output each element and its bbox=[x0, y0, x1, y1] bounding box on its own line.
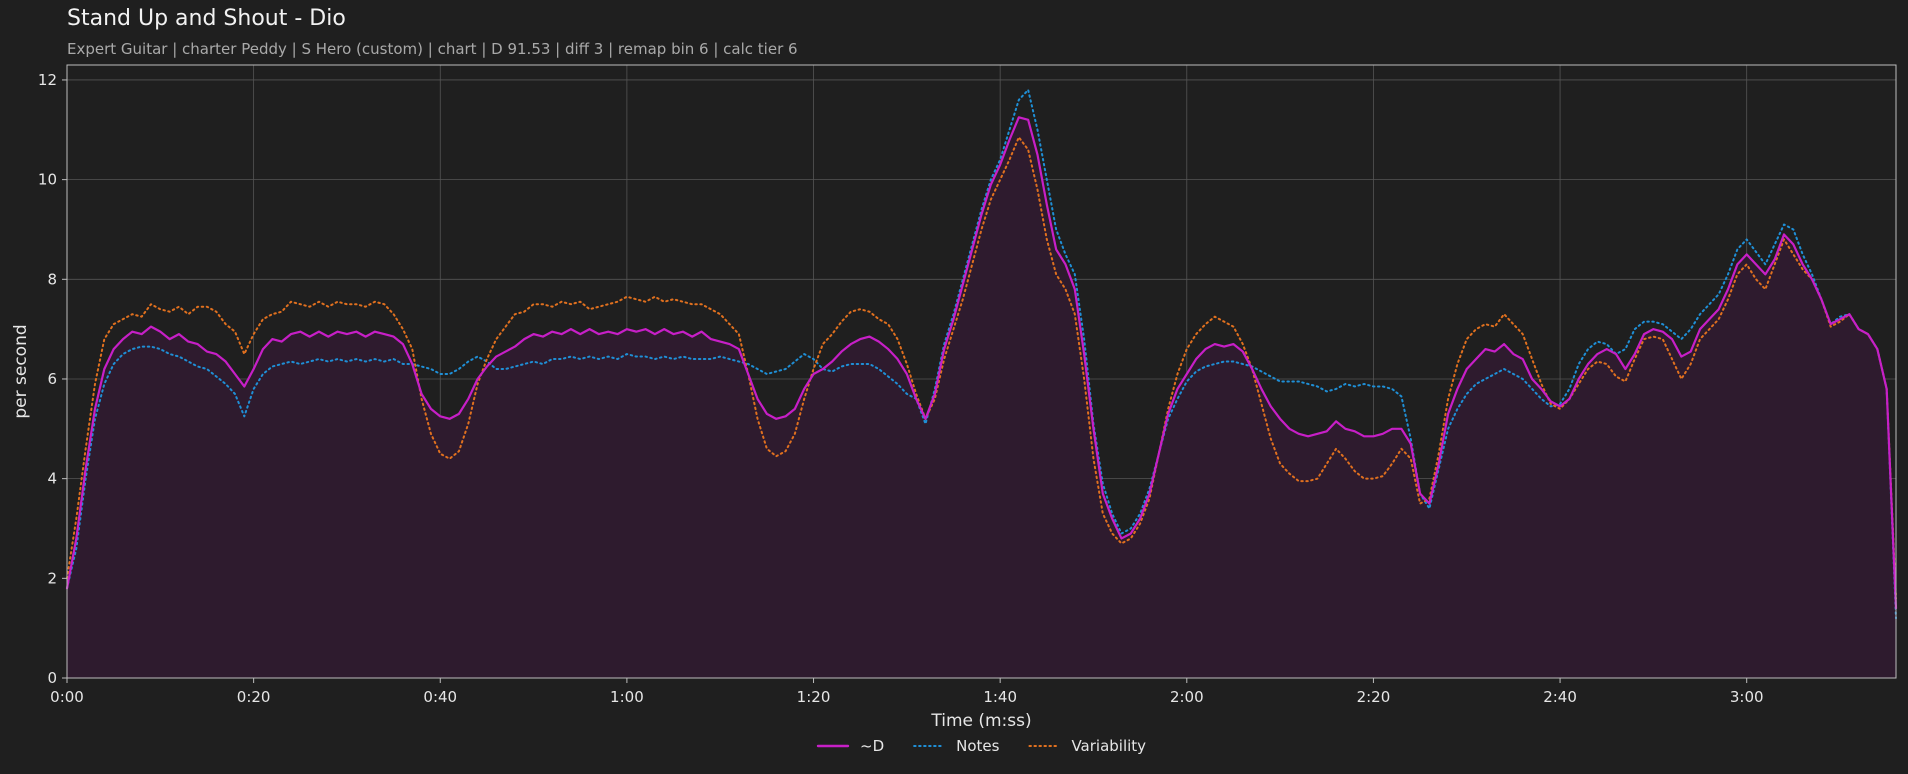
x-tick-label: 1:20 bbox=[797, 688, 831, 706]
area-fill bbox=[67, 117, 1896, 678]
x-tick-label: 3:00 bbox=[1730, 688, 1764, 706]
x-tick-label: 0:20 bbox=[237, 688, 271, 706]
legend: ~D Notes Variability bbox=[816, 737, 1146, 755]
series-d-area bbox=[67, 117, 1896, 678]
y-axis-ticks: 0 2 4 6 8 10 12 bbox=[38, 71, 67, 687]
y-tick-label: 10 bbox=[38, 171, 57, 189]
x-tick-label: 2:40 bbox=[1543, 688, 1577, 706]
chart: 0:00 0:20 0:40 1:00 1:20 1:40 2:00 2:20 2:40 3:00… bbox=[11, 64, 1898, 755]
y-tick-label: 0 bbox=[47, 669, 57, 687]
x-axis-ticks: 0:00 0:20 0:40 1:00 1:20 1:40 2:00 2:20 2:40 3:00 bbox=[50, 678, 1764, 706]
x-tick-label: 1:40 bbox=[983, 688, 1017, 706]
x-axis-label: Time (m:ss) bbox=[930, 711, 1031, 731]
x-tick-label: 2:00 bbox=[1170, 688, 1204, 706]
x-tick-label: 0:40 bbox=[423, 688, 457, 706]
x-tick-label: 1:00 bbox=[610, 688, 644, 706]
y-axis-label: per second bbox=[11, 324, 31, 418]
y-tick-label: 2 bbox=[47, 569, 57, 587]
legend-label-variability: Variability bbox=[1071, 737, 1146, 755]
x-tick-label: 2:20 bbox=[1357, 688, 1391, 706]
y-tick-label: 4 bbox=[47, 470, 57, 488]
legend-label-d: ~D bbox=[860, 737, 884, 755]
legend-label-notes: Notes bbox=[956, 737, 1000, 755]
x-tick-label: 0:00 bbox=[50, 688, 84, 706]
y-tick-label: 8 bbox=[47, 270, 57, 288]
y-tick-label: 12 bbox=[38, 71, 57, 89]
y-tick-label: 6 bbox=[47, 370, 57, 388]
